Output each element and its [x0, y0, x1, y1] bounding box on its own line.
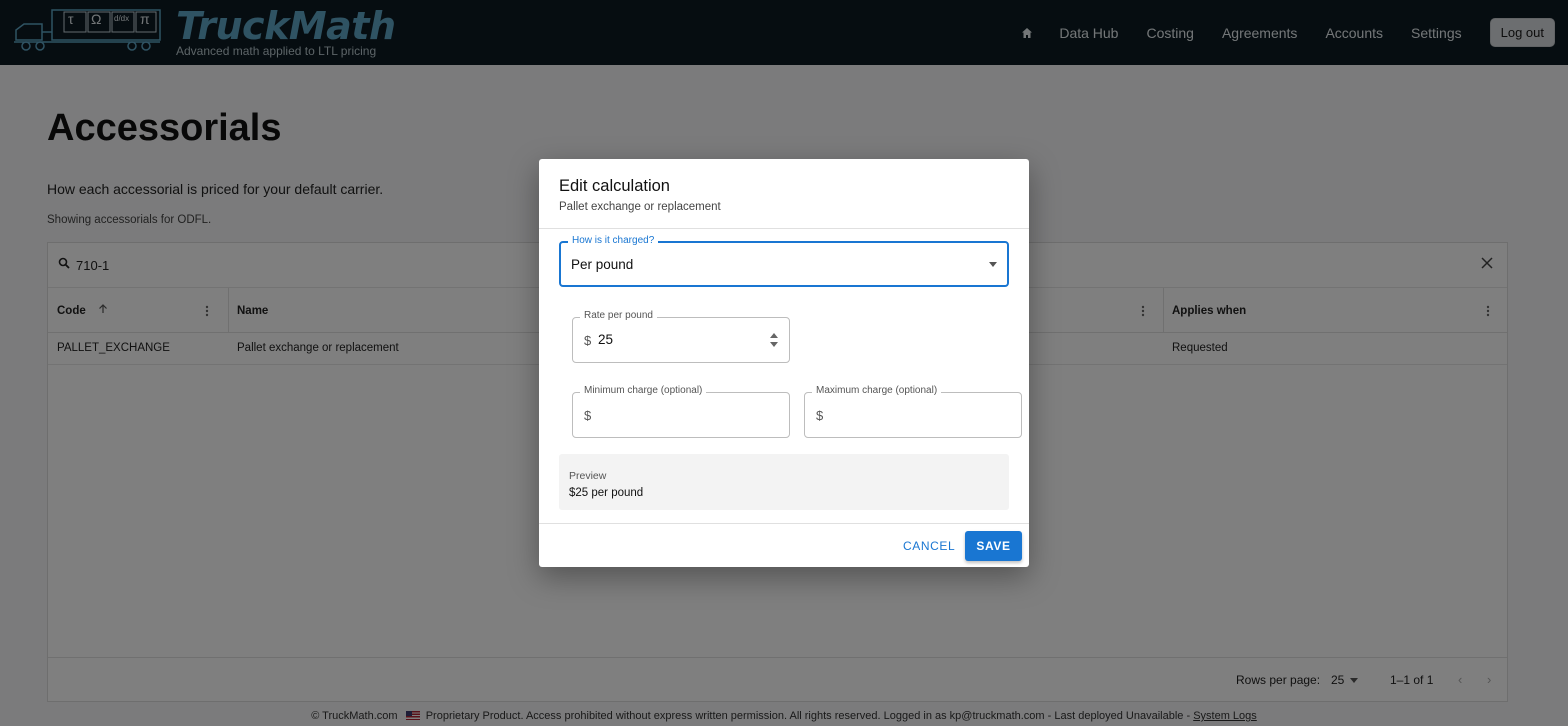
dialog-subtitle: Pallet exchange or replacement: [559, 201, 721, 213]
dialog-title: Edit calculation: [559, 177, 670, 195]
divider: [539, 228, 1029, 229]
charge-type-label: How is it charged?: [568, 235, 659, 246]
number-stepper-icon[interactable]: [770, 331, 778, 349]
maximum-charge-label: Maximum charge (optional): [812, 385, 942, 396]
currency-prefix: $: [584, 408, 592, 423]
edit-calculation-dialog: Edit calculation Pallet exchange or repl…: [539, 159, 1029, 567]
currency-prefix: $: [584, 333, 592, 348]
chevron-down-icon[interactable]: [989, 262, 997, 267]
rate-per-pound-field[interactable]: Rate per pound $ 25: [572, 310, 790, 363]
preview-panel: Preview $25 per pound: [559, 454, 1009, 510]
divider: [539, 523, 1029, 524]
rate-value: 25: [598, 332, 614, 347]
minimum-charge-label: Minimum charge (optional): [580, 385, 707, 396]
minimum-charge-field[interactable]: Minimum charge (optional) $: [572, 385, 790, 438]
preview-label: Preview: [569, 470, 607, 482]
save-button[interactable]: SAVE: [965, 531, 1022, 561]
rate-label: Rate per pound: [580, 310, 657, 321]
cancel-button[interactable]: CANCEL: [897, 531, 961, 561]
charge-type-value: Per pound: [571, 257, 634, 272]
preview-value: $25 per pound: [569, 487, 644, 499]
maximum-charge-field[interactable]: Maximum charge (optional) $: [804, 385, 1022, 438]
currency-prefix: $: [816, 408, 824, 423]
charge-type-select[interactable]: How is it charged? Per pound: [559, 235, 1009, 287]
